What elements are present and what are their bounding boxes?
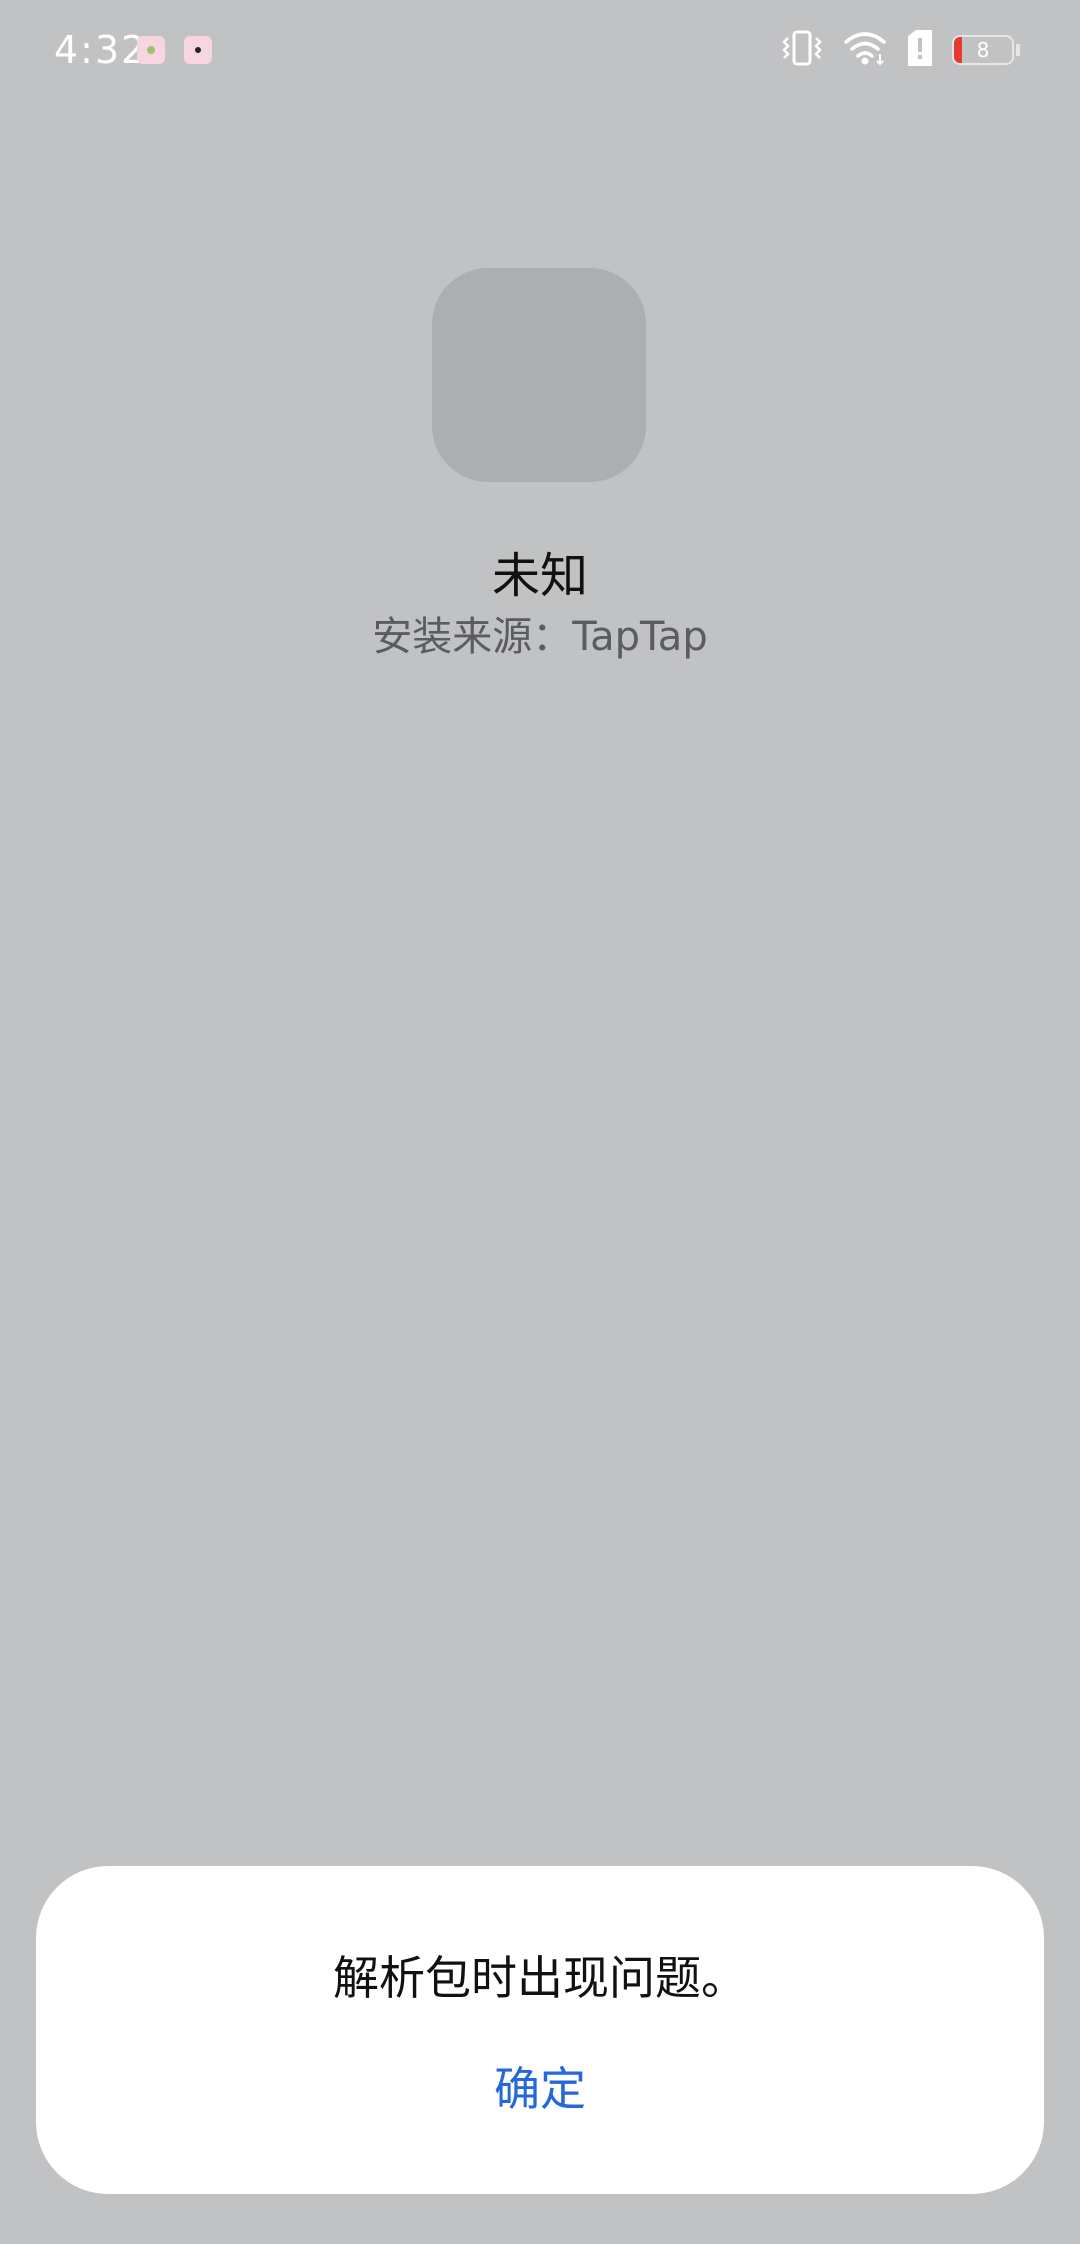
install-source: 安装来源：TapTap (372, 614, 708, 660)
status-time: 4:32 (54, 28, 148, 72)
error-dialog: 解析包时出现问题。 确定 (36, 1866, 1044, 2194)
status-icons: 8 (780, 30, 1020, 70)
notification-app-icon (137, 36, 165, 64)
battery-level: 8 (976, 38, 990, 62)
dialog-message: 解析包时出现问题。 (333, 1951, 747, 2005)
notification-app-icon (184, 36, 212, 64)
battery-fill (954, 37, 962, 63)
sim-alert-icon (906, 30, 934, 70)
app-icon-placeholder (432, 268, 646, 482)
app-name: 未知 (491, 548, 588, 604)
battery-icon: 8 (952, 35, 1014, 65)
wifi-icon (842, 30, 888, 70)
battery-tip (1016, 44, 1020, 56)
status-bar: 4:32 8 (0, 0, 1080, 100)
vibrate-icon (780, 30, 824, 70)
confirm-button[interactable]: 确定 (440, 2048, 640, 2124)
